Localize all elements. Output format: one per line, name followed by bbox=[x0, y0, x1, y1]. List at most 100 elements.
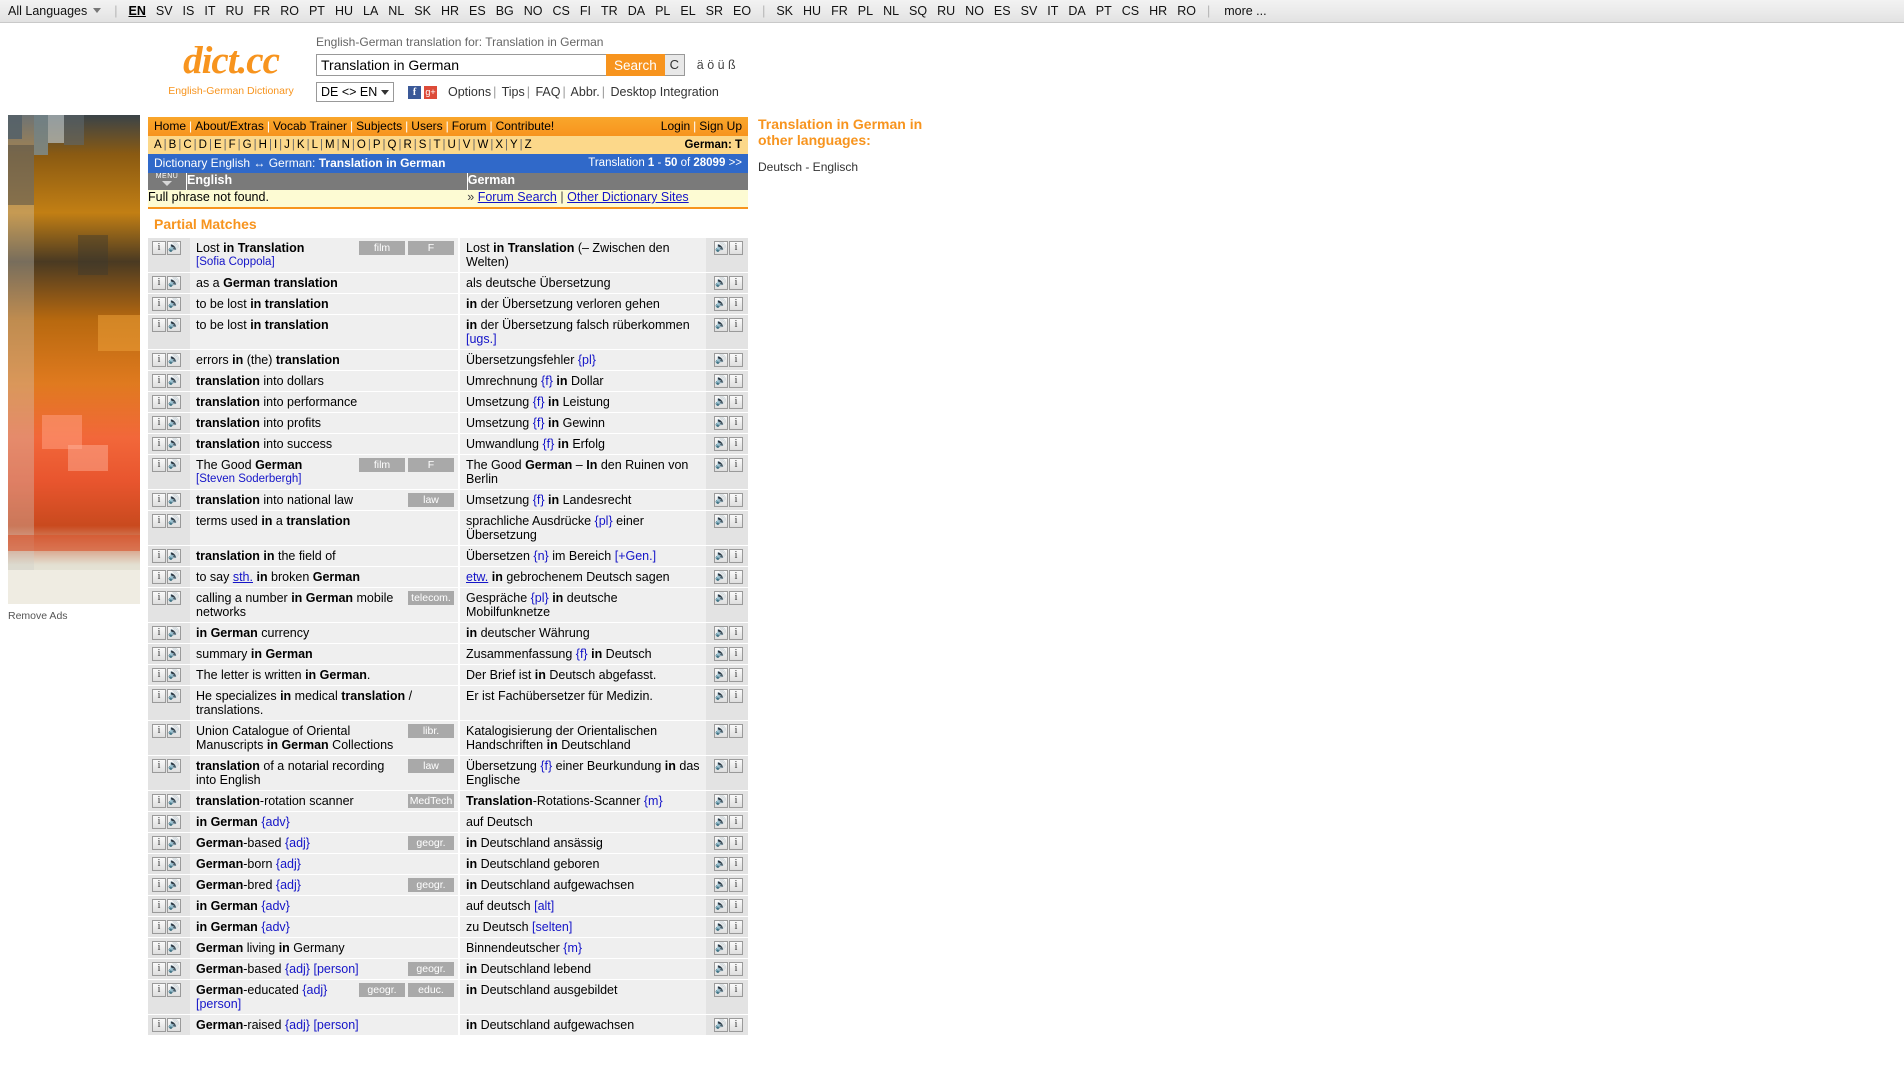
speaker-icon[interactable]: 🔊 bbox=[167, 591, 181, 605]
all-languages-label[interactable]: All Languages bbox=[8, 4, 87, 18]
alphabet-letter-e[interactable]: E bbox=[214, 139, 222, 151]
subject-tag[interactable]: law bbox=[408, 759, 454, 773]
speaker-icon[interactable]: 🔊 bbox=[714, 878, 728, 892]
column-header-german[interactable]: German bbox=[467, 173, 748, 190]
language-code-ro[interactable]: RO bbox=[280, 4, 299, 18]
info-icon[interactable]: i bbox=[152, 794, 166, 808]
speaker-icon[interactable]: 🔊 bbox=[714, 493, 728, 507]
table-row[interactable]: i🔊to be lost in translationin der Überse… bbox=[148, 315, 748, 350]
nav-item-contribute[interactable]: Contribute! bbox=[496, 119, 555, 133]
speaker-icon[interactable]: 🔊 bbox=[167, 276, 181, 290]
info-icon[interactable]: i bbox=[152, 241, 166, 255]
info-icon[interactable]: i bbox=[729, 353, 743, 367]
info-icon[interactable]: i bbox=[729, 1018, 743, 1032]
speaker-icon[interactable]: 🔊 bbox=[167, 920, 181, 934]
info-icon[interactable]: i bbox=[152, 689, 166, 703]
speaker-icon[interactable]: 🔊 bbox=[714, 920, 728, 934]
english-cell[interactable]: German-born {adj} bbox=[190, 854, 458, 875]
speaker-icon[interactable]: 🔊 bbox=[167, 626, 181, 640]
nav-item-home[interactable]: Home bbox=[154, 119, 186, 133]
speaker-icon[interactable]: 🔊 bbox=[167, 941, 181, 955]
english-cell[interactable]: in German {adv} bbox=[190, 896, 458, 917]
info-icon[interactable]: i bbox=[152, 318, 166, 332]
info-icon[interactable]: i bbox=[729, 318, 743, 332]
language-code-sr[interactable]: SR bbox=[706, 4, 723, 18]
alphabet-letter-l[interactable]: L bbox=[312, 139, 318, 151]
speaker-icon[interactable]: 🔊 bbox=[167, 437, 181, 451]
english-cell[interactable]: He specializes in medical translation / … bbox=[190, 686, 458, 721]
forum-search-link[interactable]: Forum Search bbox=[478, 190, 557, 204]
table-row[interactable]: i🔊German-based {adj}geogr.in Deutschland… bbox=[148, 833, 748, 854]
language-code-pt[interactable]: PT bbox=[1096, 4, 1112, 18]
table-row[interactable]: i🔊to say sth. in broken Germanetw. in ge… bbox=[148, 567, 748, 588]
language-code-is[interactable]: IS bbox=[183, 4, 195, 18]
table-row[interactable]: i🔊The Good German[Steven Soderbergh]film… bbox=[148, 455, 748, 490]
english-cell[interactable]: summary in German bbox=[190, 644, 458, 665]
google-plus-icon[interactable]: g+ bbox=[424, 86, 437, 99]
speaker-icon[interactable]: 🔊 bbox=[167, 983, 181, 997]
info-icon[interactable]: i bbox=[729, 689, 743, 703]
speaker-icon[interactable]: 🔊 bbox=[714, 437, 728, 451]
german-cell[interactable]: Translation-Rotations-Scanner {m} bbox=[460, 791, 706, 812]
german-cell[interactable]: sprachliche Ausdrücke {pl} einer Überset… bbox=[460, 511, 706, 546]
facebook-icon[interactable]: f bbox=[408, 86, 421, 99]
table-row[interactable]: i🔊translation in the field ofÜbersetzen … bbox=[148, 546, 748, 567]
language-code-hu[interactable]: HU bbox=[803, 4, 821, 18]
speaker-icon[interactable]: 🔊 bbox=[714, 318, 728, 332]
speaker-icon[interactable]: 🔊 bbox=[167, 668, 181, 682]
table-row[interactable]: i🔊translation into national lawlawUmsetz… bbox=[148, 490, 748, 511]
subject-tag[interactable]: law bbox=[408, 493, 454, 507]
subject-tag[interactable]: educ. bbox=[408, 983, 454, 997]
info-icon[interactable]: i bbox=[152, 374, 166, 388]
english-cell[interactable]: translation-rotation scannerMedTech bbox=[190, 791, 458, 812]
table-row[interactable]: i🔊to be lost in translationin der Überse… bbox=[148, 294, 748, 315]
language-code-sk[interactable]: SK bbox=[414, 4, 431, 18]
table-row[interactable]: i🔊translation-rotation scannerMedTechTra… bbox=[148, 791, 748, 812]
german-cell[interactable]: Der Brief ist in Deutsch abgefasst. bbox=[460, 665, 706, 686]
language-code-fr[interactable]: FR bbox=[831, 4, 848, 18]
alphabet-letter-t[interactable]: T bbox=[433, 139, 440, 151]
accent-characters[interactable]: ä ö ü ß bbox=[697, 54, 736, 76]
language-code-es[interactable]: ES bbox=[994, 4, 1011, 18]
german-cell[interactable]: in der Übersetzung verloren gehen bbox=[460, 294, 706, 315]
clear-button[interactable]: C bbox=[665, 54, 685, 76]
info-icon[interactable]: i bbox=[152, 941, 166, 955]
speaker-icon[interactable]: 🔊 bbox=[714, 647, 728, 661]
info-icon[interactable]: i bbox=[729, 276, 743, 290]
info-icon[interactable]: i bbox=[152, 920, 166, 934]
table-row[interactable]: i🔊translation into profitsUmsetzung {f} … bbox=[148, 413, 748, 434]
speaker-icon[interactable]: 🔊 bbox=[167, 549, 181, 563]
other-languages-entry[interactable]: Deutsch - Englisch bbox=[758, 160, 948, 174]
alphabet-letter-i[interactable]: I bbox=[274, 139, 277, 151]
german-cell[interactable]: Er ist Fachübersetzer für Medizin. bbox=[460, 686, 706, 721]
info-icon[interactable]: i bbox=[152, 276, 166, 290]
english-cell[interactable]: German-bred {adj}geogr. bbox=[190, 875, 458, 896]
speaker-icon[interactable]: 🔊 bbox=[714, 549, 728, 563]
speaker-icon[interactable]: 🔊 bbox=[714, 626, 728, 640]
info-icon[interactable]: i bbox=[152, 724, 166, 738]
german-cell[interactable]: Zusammenfassung {f} in Deutsch bbox=[460, 644, 706, 665]
logo-block[interactable]: dict.cc English-German Dictionary bbox=[158, 41, 304, 97]
subject-tag[interactable]: geogr. bbox=[408, 878, 454, 892]
speaker-icon[interactable]: 🔊 bbox=[167, 724, 181, 738]
info-icon[interactable]: i bbox=[729, 983, 743, 997]
speaker-icon[interactable]: 🔊 bbox=[714, 416, 728, 430]
table-row[interactable]: i🔊terms used in a translationsprachliche… bbox=[148, 511, 748, 546]
language-code-no[interactable]: NO bbox=[524, 4, 543, 18]
info-icon[interactable]: i bbox=[729, 668, 743, 682]
german-cell[interactable]: The Good German – In den Ruinen von Berl… bbox=[460, 455, 706, 490]
chevron-down-icon[interactable] bbox=[93, 8, 101, 13]
language-code-la[interactable]: LA bbox=[363, 4, 378, 18]
speaker-icon[interactable]: 🔊 bbox=[167, 493, 181, 507]
speaker-icon[interactable]: 🔊 bbox=[714, 276, 728, 290]
language-code-ru[interactable]: RU bbox=[937, 4, 955, 18]
info-icon[interactable]: i bbox=[152, 514, 166, 528]
german-cell[interactable]: in Deutschland ausgebildet bbox=[460, 980, 706, 1015]
english-cell[interactable]: German-based {adj} [person]geogr. bbox=[190, 959, 458, 980]
link-abbr[interactable]: Abbr. bbox=[571, 85, 600, 99]
table-row[interactable]: i🔊as a German translationals deutsche Üb… bbox=[148, 273, 748, 294]
nav-item-vocab-trainer[interactable]: Vocab Trainer bbox=[273, 119, 347, 133]
search-input[interactable] bbox=[316, 54, 606, 76]
info-icon[interactable]: i bbox=[152, 416, 166, 430]
info-icon[interactable]: i bbox=[729, 416, 743, 430]
